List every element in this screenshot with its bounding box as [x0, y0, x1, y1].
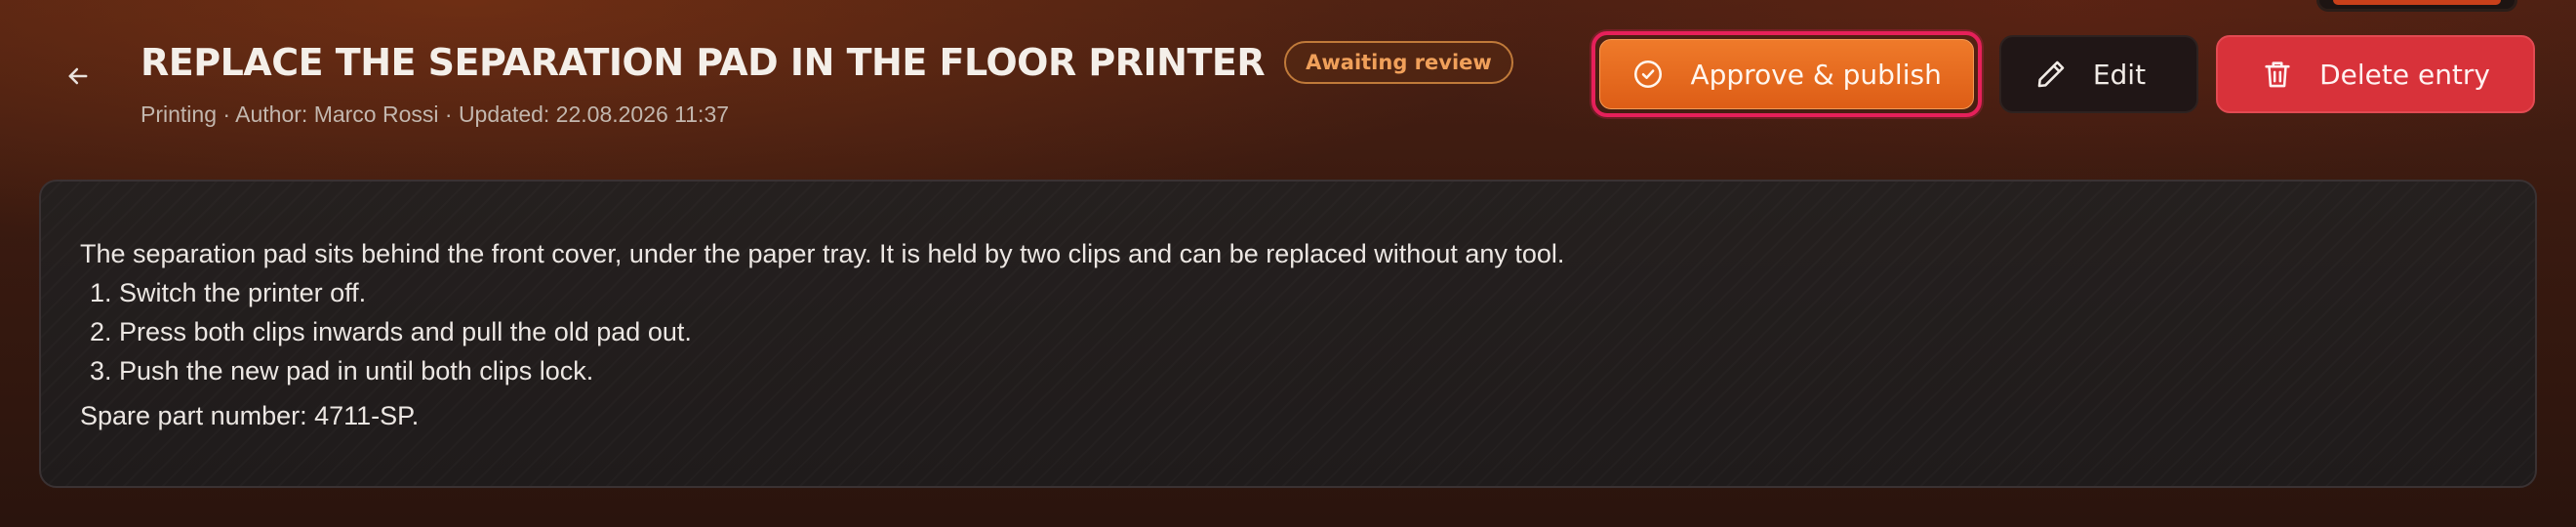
edit-label: Edit [2092, 58, 2147, 91]
delete-entry-button[interactable]: Delete entry [2216, 35, 2535, 113]
step-item: Push the new pad in until both clips loc… [119, 351, 2496, 390]
back-button[interactable] [55, 53, 101, 100]
check-circle-icon [1634, 60, 1663, 89]
status-badge: Awaiting review [1284, 41, 1513, 84]
approve-publish-button[interactable]: Approve & publish [1599, 39, 1974, 109]
intro-paragraph: The separation pad sits behind the front… [80, 239, 1565, 268]
page-header: REPLACE THE SEPARATION PAD IN THE FLOOR … [0, 0, 2576, 176]
title-row: REPLACE THE SEPARATION PAD IN THE FLOOR … [141, 41, 1513, 84]
edit-button[interactable]: Edit [1998, 35, 2199, 113]
entry-meta: Printing · Author: Marco Rossi · Updated… [141, 101, 730, 127]
spare-part-number: Spare part number: 4711-SP. [80, 401, 420, 430]
approve-publish-label: Approve & publish [1690, 58, 1942, 91]
page-title: REPLACE THE SEPARATION PAD IN THE FLOOR … [141, 41, 1266, 84]
steps-list: Switch the printer off. Press both clips… [80, 273, 2496, 390]
step-item: Press both clips inwards and pull the ol… [119, 312, 2496, 351]
arrow-left-icon [68, 67, 88, 85]
step-item: Switch the printer off. [119, 273, 2496, 312]
action-bar: Approve & publish Edit Delete entry [1591, 31, 2535, 117]
entry-content: The separation pad sits behind the front… [39, 180, 2537, 488]
delete-entry-label: Delete entry [2319, 58, 2490, 91]
approve-focus-ring: Approve & publish [1591, 31, 1982, 117]
pencil-icon [2037, 61, 2065, 88]
trash-icon [2265, 61, 2290, 88]
